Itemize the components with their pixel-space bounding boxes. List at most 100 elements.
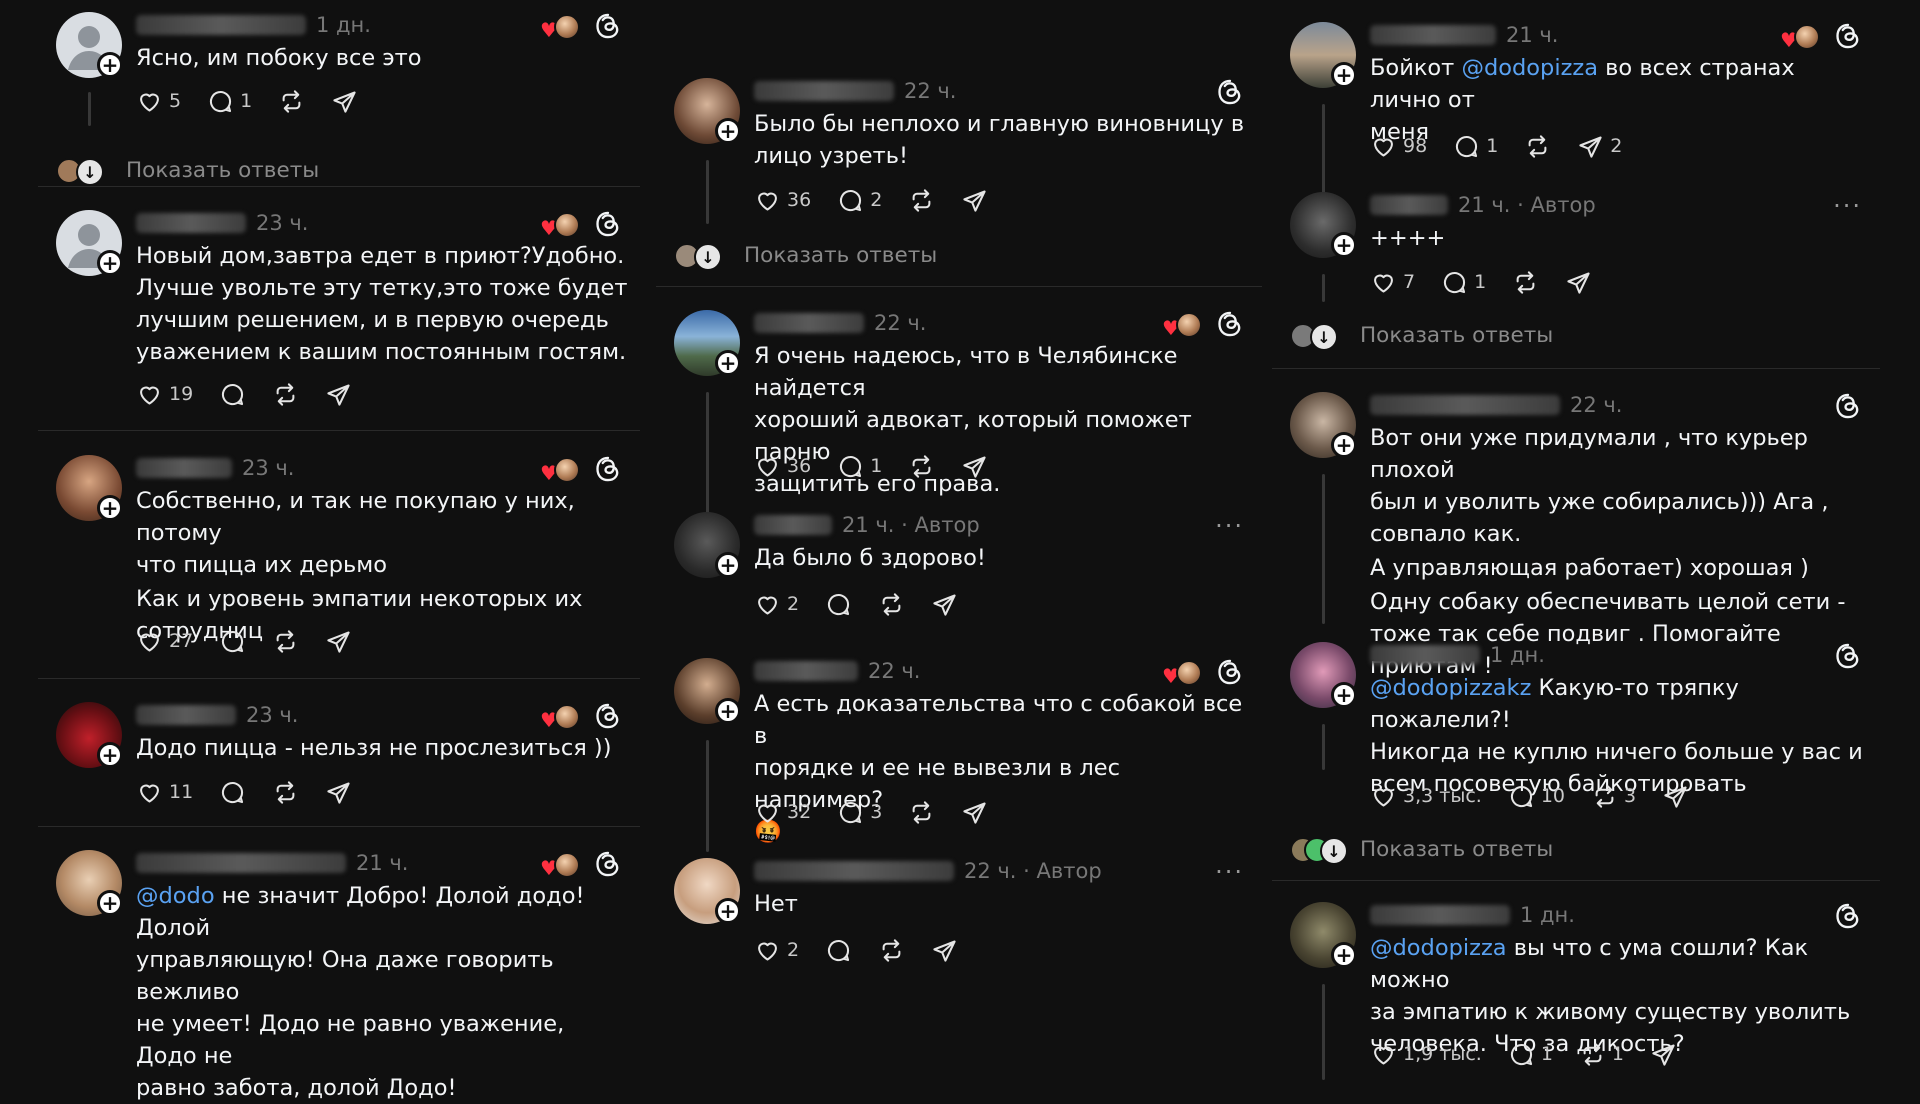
repost-button[interactable] (272, 628, 299, 655)
username-blurred[interactable] (754, 313, 864, 333)
follow-plus-button[interactable]: + (1331, 232, 1357, 258)
follow-plus-button[interactable]: + (715, 118, 741, 144)
share-button[interactable] (931, 591, 958, 618)
share-button[interactable] (331, 88, 358, 115)
like-button[interactable]: 32 (754, 799, 811, 826)
like-button[interactable]: 36 (754, 187, 811, 214)
share-button[interactable] (931, 937, 958, 964)
username-blurred[interactable] (136, 853, 346, 873)
mention-link[interactable]: @dodopizzakz (1370, 675, 1531, 701)
reply-button[interactable]: 2 (837, 187, 882, 214)
show-replies-button[interactable]: ↓ Показать ответы (1290, 834, 1553, 865)
share-button[interactable] (1650, 1041, 1677, 1068)
reply-post[interactable]: + 1 дн. ♥ Ясно, им побоку все это 5 1 ↓ … (38, 12, 640, 186)
like-button[interactable]: 5 (136, 88, 181, 115)
username-blurred[interactable] (754, 515, 832, 535)
reply-button[interactable] (825, 937, 852, 964)
reply-button[interactable]: 1 (1453, 133, 1498, 160)
repost-button[interactable] (1524, 133, 1551, 160)
repost-icon (882, 938, 901, 962)
like-button[interactable]: 7 (1370, 269, 1415, 296)
show-replies-button[interactable]: ↓ Показать ответы (1290, 320, 1553, 351)
share-button[interactable] (961, 799, 988, 826)
reply-button[interactable]: 1 (207, 88, 252, 115)
reply-button[interactable] (219, 381, 246, 408)
repost-button[interactable] (272, 779, 299, 806)
repost-button[interactable]: 1 (1579, 1041, 1624, 1068)
username-blurred[interactable] (136, 458, 232, 478)
username-blurred[interactable] (136, 15, 306, 35)
like-button[interactable]: 2 (754, 591, 799, 618)
mention-link[interactable]: @dodo (136, 883, 215, 909)
more-icon[interactable]: ··· (1833, 192, 1862, 220)
username-blurred[interactable] (1370, 25, 1496, 45)
share-button[interactable] (325, 628, 352, 655)
repost-button[interactable] (908, 799, 935, 826)
repost-icon (912, 800, 931, 824)
follow-plus-button[interactable]: + (1331, 62, 1357, 88)
username-blurred[interactable] (1370, 395, 1560, 415)
reply-button[interactable]: 3 (837, 799, 882, 826)
follow-plus-button[interactable]: + (97, 890, 123, 916)
follow-plus-button[interactable]: + (1331, 942, 1357, 968)
show-replies-button[interactable]: ↓ Показать ответы (56, 155, 319, 186)
repost-button[interactable] (878, 937, 905, 964)
follow-plus-button[interactable]: + (715, 898, 741, 924)
username-blurred[interactable] (1370, 195, 1448, 215)
username-blurred[interactable] (754, 861, 954, 881)
follow-plus-button[interactable]: + (97, 52, 123, 78)
follow-plus-button[interactable]: + (1331, 432, 1357, 458)
repost-button[interactable] (1512, 269, 1539, 296)
share-button[interactable] (961, 187, 988, 214)
username-blurred[interactable] (136, 705, 236, 725)
follow-plus-button[interactable]: + (715, 552, 741, 578)
username-blurred[interactable] (1370, 645, 1480, 665)
repost-button[interactable] (908, 453, 935, 480)
repost-button[interactable]: 3 (1591, 783, 1636, 810)
share-button[interactable] (325, 381, 352, 408)
reply-button[interactable]: 1 (1441, 269, 1486, 296)
reply-button[interactable]: 1 (837, 453, 882, 480)
share-button[interactable] (325, 779, 352, 806)
reply-button[interactable] (219, 779, 246, 806)
share-button[interactable] (1565, 269, 1592, 296)
share-button[interactable] (961, 453, 988, 480)
show-replies-label: Показать ответы (744, 242, 938, 268)
follow-plus-button[interactable]: + (715, 698, 741, 724)
timestamp: 23 ч. (242, 456, 295, 480)
like-button[interactable]: 98 (1370, 133, 1427, 160)
follow-plus-button[interactable]: + (715, 350, 741, 376)
follow-plus-button[interactable]: + (97, 250, 123, 276)
reply-button[interactable] (825, 591, 852, 618)
like-button[interactable]: 27 (136, 628, 193, 655)
share-button[interactable]: 2 (1577, 133, 1622, 160)
like-button[interactable]: 3,3 тыс. (1370, 783, 1482, 810)
more-icon[interactable]: ··· (1215, 512, 1244, 540)
like-button[interactable]: 19 (136, 381, 193, 408)
username-blurred[interactable] (1370, 905, 1510, 925)
follow-plus-button[interactable]: + (97, 495, 123, 521)
share-button[interactable] (1662, 783, 1689, 810)
reply-button[interactable]: 10 (1508, 783, 1565, 810)
repost-button[interactable] (878, 591, 905, 618)
show-replies-button[interactable]: ↓ Показать ответы (674, 240, 938, 271)
repost-button[interactable] (272, 381, 299, 408)
repost-button[interactable] (908, 187, 935, 214)
like-button[interactable]: 1,9 тыс. (1370, 1041, 1482, 1068)
like-button[interactable]: 2 (754, 937, 799, 964)
mention-link[interactable]: @dodopizza (1461, 55, 1598, 81)
like-button[interactable]: 11 (136, 779, 193, 806)
more-icon[interactable]: ··· (1215, 858, 1244, 886)
username-blurred[interactable] (754, 81, 894, 101)
follow-plus-button[interactable]: + (1331, 682, 1357, 708)
username-blurred[interactable] (136, 213, 246, 233)
repost-button[interactable] (278, 88, 305, 115)
reply-button[interactable] (219, 628, 246, 655)
reply-button[interactable]: 1 (1508, 1041, 1553, 1068)
follow-plus-button[interactable]: + (97, 742, 123, 768)
share-icon (933, 939, 956, 962)
repost-icon (1583, 1042, 1602, 1066)
username-blurred[interactable] (754, 661, 858, 681)
mention-link[interactable]: @dodopizza (1370, 935, 1507, 961)
like-button[interactable]: 36 (754, 453, 811, 480)
